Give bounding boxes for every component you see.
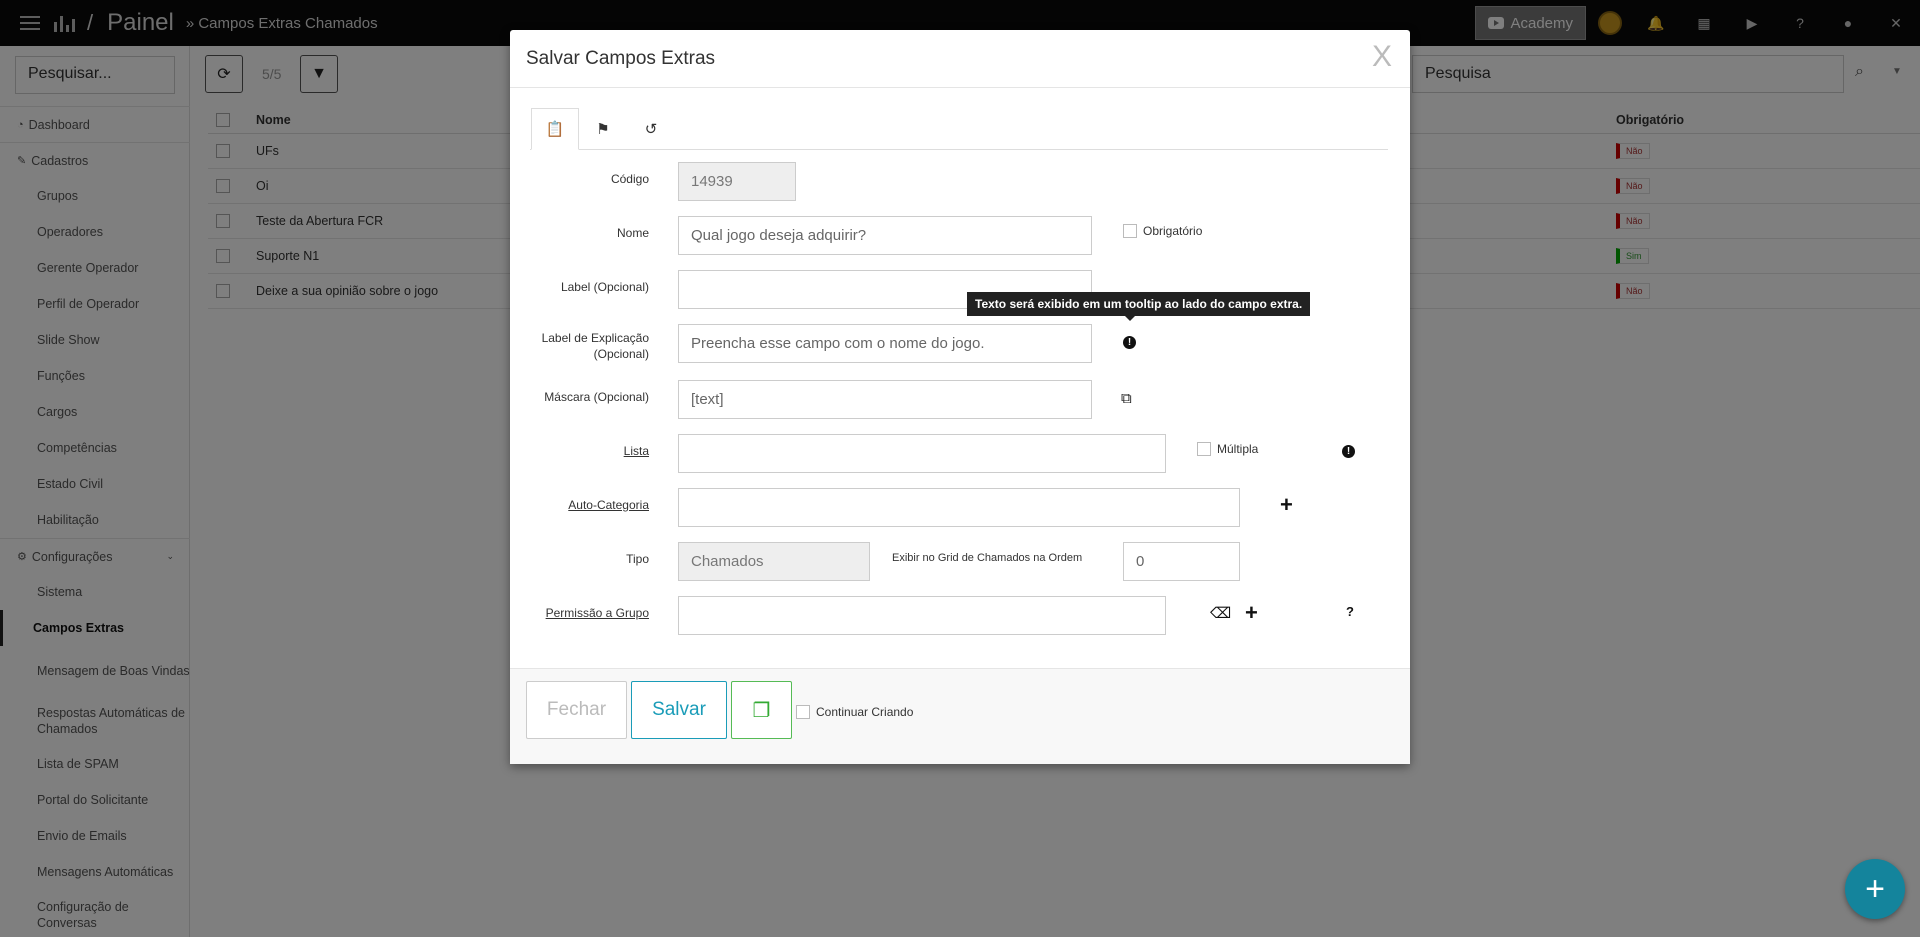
tab-history[interactable]: ↺ bbox=[627, 108, 675, 150]
obrigatorio-checkbox[interactable] bbox=[1123, 224, 1137, 238]
codigo-label: Código bbox=[610, 172, 649, 186]
info-icon[interactable]: ! bbox=[1123, 336, 1136, 349]
nome-field[interactable]: Qual jogo deseja adquirir? bbox=[678, 216, 1092, 255]
label-opcional-label: Label (Opcional) bbox=[560, 280, 649, 294]
continue-creating-checkbox[interactable] bbox=[796, 705, 810, 719]
add-group-icon[interactable]: + bbox=[1245, 600, 1258, 626]
exibir-label: Exibir no Grid de Chamados na Ordem bbox=[892, 552, 1083, 564]
copy-icon: ❐ bbox=[752, 699, 771, 722]
save-extra-fields-dialog: Salvar Campos Extras X 📋 ⚑ ↺ Código 1493… bbox=[510, 30, 1410, 764]
explicacao-label: Label de Explicação (Opcional) bbox=[541, 331, 649, 361]
clipboard-icon: 📋 bbox=[545, 121, 565, 138]
auto-categoria-label[interactable]: Auto-Categoria bbox=[510, 497, 649, 513]
obrigatorio-checkbox-wrap[interactable]: Obrigatório bbox=[1123, 224, 1202, 238]
help-icon[interactable]: ? bbox=[1346, 604, 1354, 619]
multipla-checkbox-wrap[interactable]: Múltipla bbox=[1197, 442, 1258, 456]
obrigatorio-label: Obrigatório bbox=[1143, 224, 1203, 238]
close-button[interactable]: Fechar bbox=[526, 681, 627, 739]
dialog-footer: Fechar Salvar ❐ Continuar Criando bbox=[510, 668, 1410, 764]
permissao-label[interactable]: Permissão a Grupo bbox=[510, 605, 649, 621]
mascara-label: Máscara (Opcional) bbox=[544, 390, 649, 404]
lista-label[interactable]: Lista bbox=[510, 443, 649, 459]
flag-icon: ⚑ bbox=[596, 121, 610, 138]
exibir-field[interactable]: 0 bbox=[1123, 542, 1240, 581]
save-button[interactable]: Salvar bbox=[631, 681, 727, 739]
add-button[interactable]: + bbox=[1845, 859, 1905, 919]
lista-info-icon[interactable]: ! bbox=[1342, 445, 1355, 458]
close-icon[interactable]: X bbox=[1372, 40, 1392, 74]
continue-creating-label: Continuar Criando bbox=[816, 705, 914, 719]
tooltip: Texto será exibido em um tooltip ao lado… bbox=[967, 292, 1311, 321]
lista-field[interactable] bbox=[678, 434, 1166, 473]
tab-flags[interactable]: ⚑ bbox=[579, 108, 627, 150]
dialog-tabs: 📋 ⚑ ↺ bbox=[530, 108, 1388, 150]
tab-general[interactable]: 📋 bbox=[531, 108, 579, 150]
permissao-field[interactable] bbox=[678, 596, 1166, 635]
auto-categoria-field[interactable] bbox=[678, 488, 1240, 527]
continue-creating-wrap[interactable]: Continuar Criando bbox=[796, 705, 913, 719]
multipla-label: Múltipla bbox=[1217, 442, 1259, 456]
codigo-field[interactable]: 14939 bbox=[678, 162, 796, 201]
dialog-title: Salvar Campos Extras bbox=[526, 48, 716, 69]
mascara-field[interactable]: [text] bbox=[678, 380, 1092, 419]
copy-mask-icon[interactable]: ⧉ bbox=[1121, 390, 1132, 407]
nome-label: Nome bbox=[616, 226, 649, 240]
duplicate-button[interactable]: ❐ bbox=[731, 681, 792, 739]
multipla-checkbox[interactable] bbox=[1197, 442, 1211, 456]
tipo-label: Tipo bbox=[626, 552, 649, 566]
history-icon: ↺ bbox=[644, 121, 658, 138]
add-category-icon[interactable]: + bbox=[1280, 492, 1293, 518]
eraser-icon[interactable]: ⌫ bbox=[1210, 604, 1231, 622]
explicacao-field[interactable]: Preencha esse campo com o nome do jogo. bbox=[678, 324, 1092, 363]
tipo-field[interactable]: Chamados bbox=[678, 542, 870, 581]
